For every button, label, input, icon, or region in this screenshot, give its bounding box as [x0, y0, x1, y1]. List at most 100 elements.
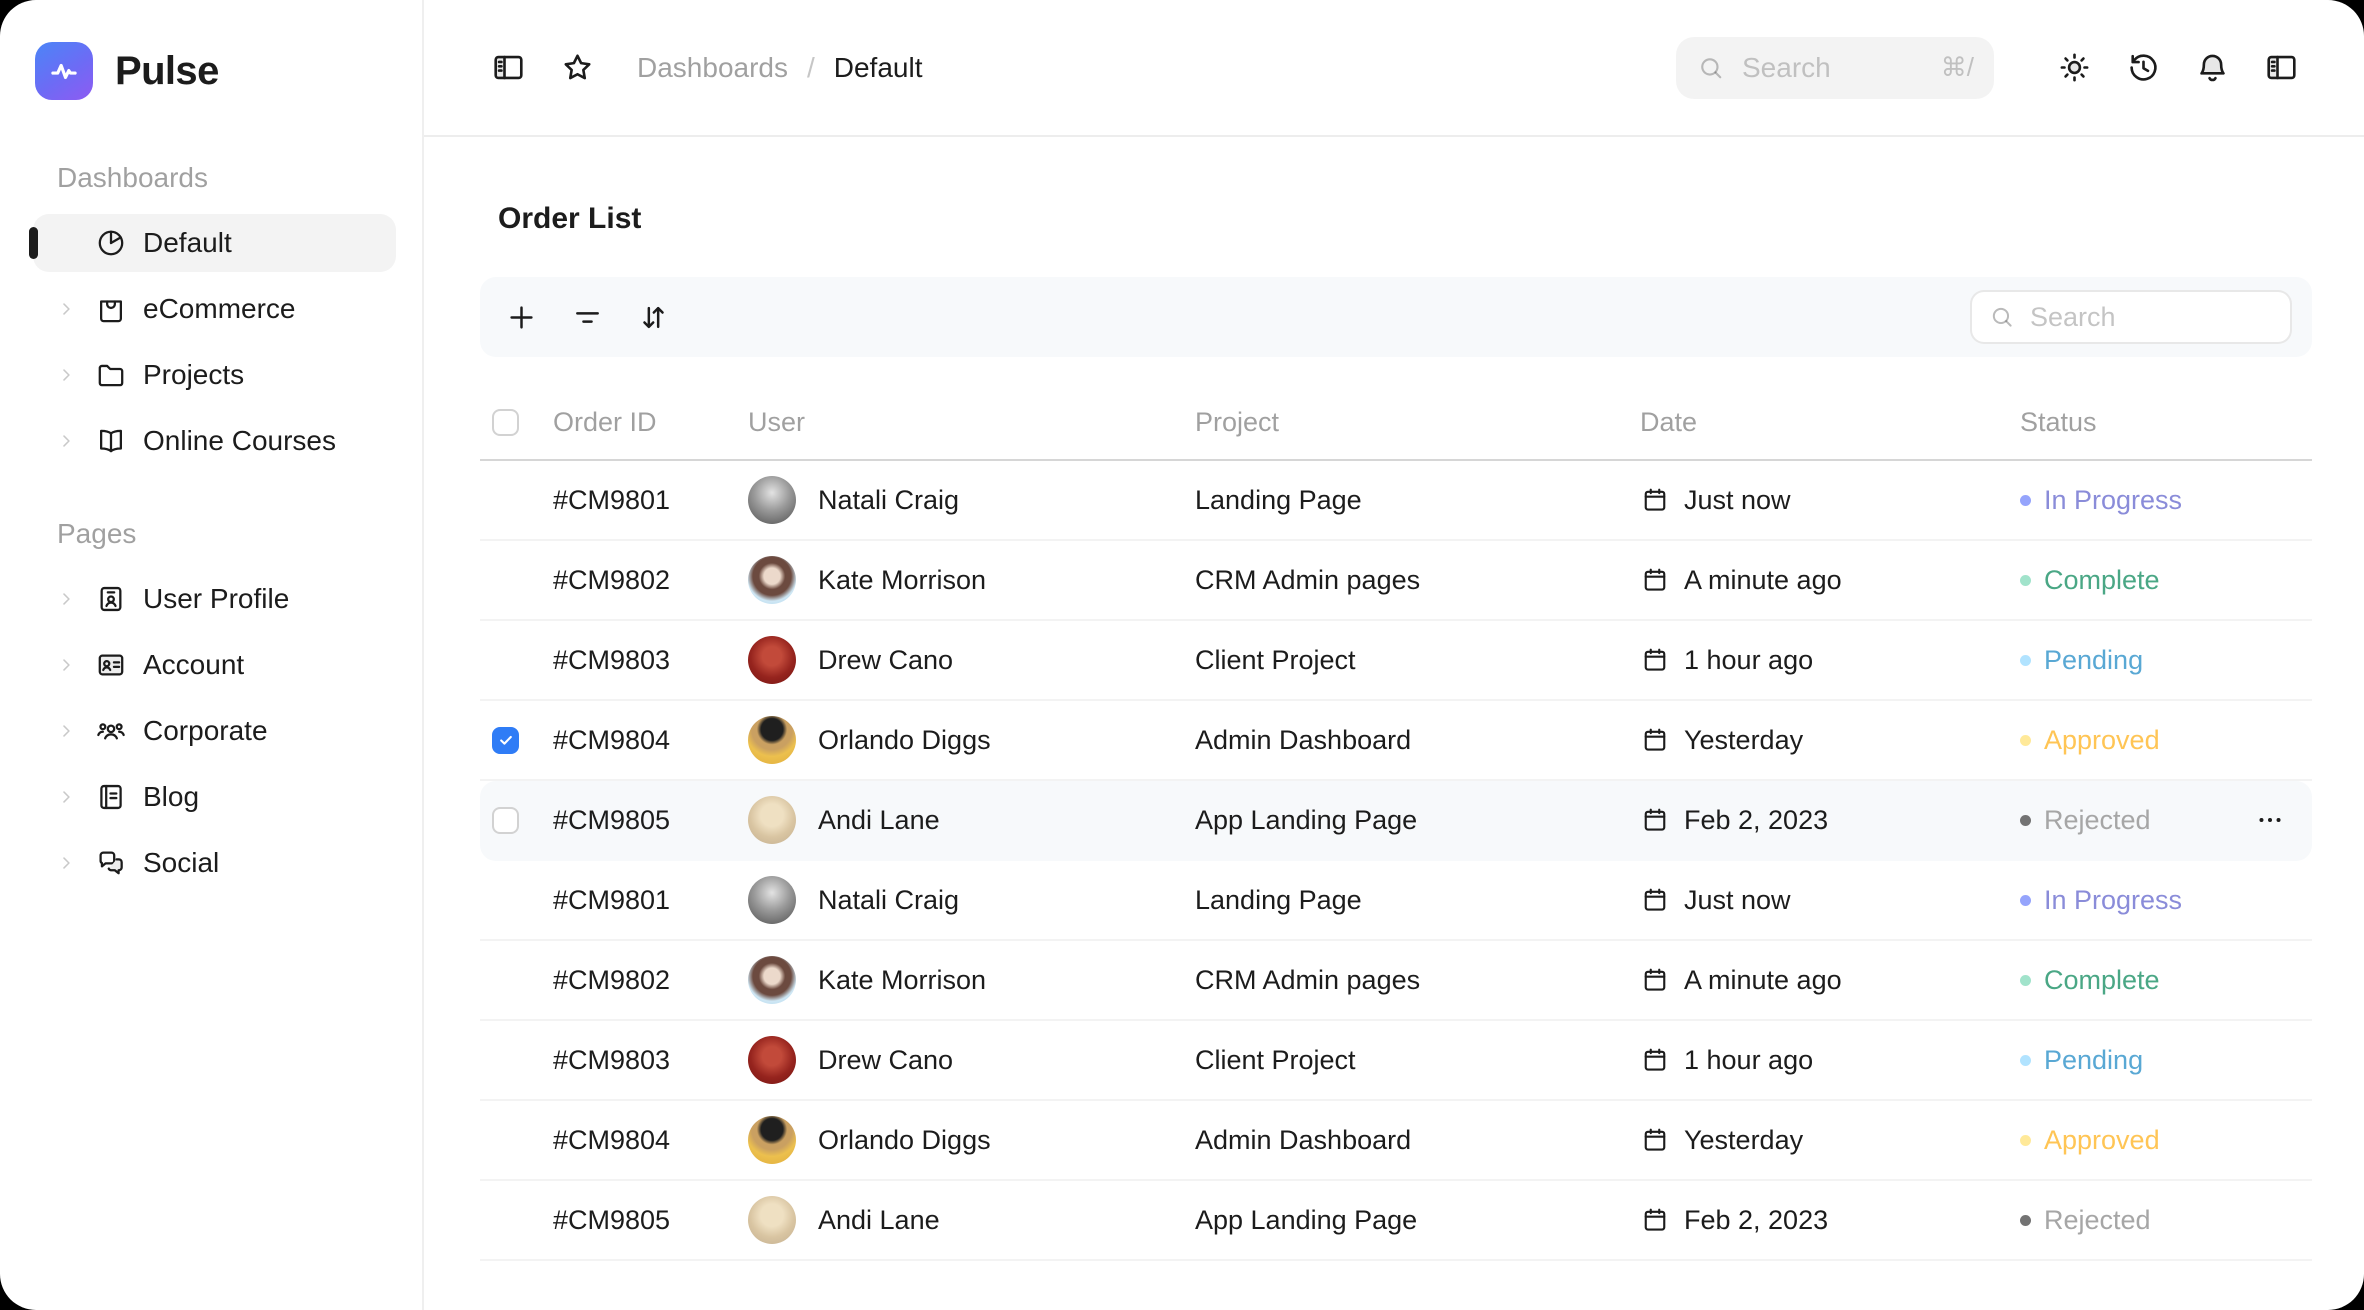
panel-right-button[interactable]: [2253, 40, 2309, 96]
table-row[interactable]: #CM9803Drew CanoClient Project1 hour ago…: [480, 621, 2312, 701]
table-row[interactable]: #CM9801Natali CraigLanding PageJust nowI…: [480, 861, 2312, 941]
topbar-left: Dashboards / Default: [480, 40, 922, 96]
select-all-checkbox[interactable]: [492, 409, 519, 436]
calendar-icon: [1640, 485, 1670, 515]
row-checkbox[interactable]: [492, 807, 519, 834]
avatar: [748, 876, 796, 924]
nav-section-pages: PagesUser Profile Account Corporate Blog Soc…: [33, 514, 396, 892]
order-id: #CM9801: [553, 485, 748, 516]
order-id: #CM9803: [553, 1045, 748, 1076]
avatar: [748, 1116, 796, 1164]
bell-icon: [2194, 49, 2231, 86]
chevron-right-icon: [55, 588, 77, 610]
row-actions-button[interactable]: [2245, 795, 2295, 845]
sidebar-item-account[interactable]: Account: [33, 636, 396, 694]
star-button[interactable]: [549, 40, 605, 96]
search-icon: [1988, 303, 2016, 331]
project: App Landing Page: [1195, 1205, 1640, 1236]
sidebar-item-online-courses[interactable]: Online Courses: [33, 412, 396, 470]
calendar-icon: [1640, 1045, 1670, 1075]
table-row[interactable]: #CM9805Andi LaneApp Landing PageFeb 2, 2…: [480, 1181, 2312, 1261]
status: Pending: [2020, 1045, 2245, 1076]
calendar-icon: [1640, 1205, 1670, 1235]
app-name: Pulse: [115, 49, 219, 94]
date: Feb 2, 2023: [1640, 1205, 2020, 1236]
project: Landing Page: [1195, 885, 1640, 916]
row-checkbox-checked[interactable]: [492, 727, 519, 754]
table-row[interactable]: #CM9805Andi LaneApp Landing PageFeb 2, 2…: [480, 781, 2312, 861]
sidebar-item-corporate[interactable]: Corporate: [33, 702, 396, 760]
breadcrumb-page[interactable]: Default: [834, 52, 923, 84]
calendar-icon: [1640, 1125, 1670, 1155]
order-id: #CM9802: [553, 565, 748, 596]
user-name: Orlando Diggs: [818, 1125, 991, 1156]
sidebar: Pulse DashboardsDefault eCommerce Projects…: [0, 0, 424, 1310]
sidebar-item-ecommerce[interactable]: eCommerce: [33, 280, 396, 338]
pie-chart-icon: [95, 227, 127, 259]
table-row[interactable]: #CM9802Kate MorrisonCRM Admin pagesA min…: [480, 541, 2312, 621]
global-search[interactable]: ⌘/: [1676, 37, 1994, 99]
table-row[interactable]: #CM9804Orlando DiggsAdmin DashboardYeste…: [480, 1101, 2312, 1181]
date: Yesterday: [1640, 725, 2020, 756]
table-search[interactable]: [1970, 290, 2292, 344]
global-search-input[interactable]: [1740, 51, 1927, 85]
table-search-input[interactable]: [2028, 301, 2274, 334]
sidebar-item-projects[interactable]: Projects: [33, 346, 396, 404]
status: Pending: [2020, 645, 2245, 676]
nav-section-label: Dashboards: [33, 158, 396, 214]
order-id: #CM9803: [553, 645, 748, 676]
status: Approved: [2020, 1125, 2245, 1156]
table-row[interactable]: #CM9802Kate MorrisonCRM Admin pagesA min…: [480, 941, 2312, 1021]
table-row[interactable]: #CM9801Natali CraigLanding PageJust nowI…: [480, 461, 2312, 541]
sidebar-item-user-profile[interactable]: User Profile: [33, 570, 396, 628]
column-header-status: Status: [2020, 407, 2245, 438]
project: Admin Dashboard: [1195, 725, 1640, 756]
status: Approved: [2020, 725, 2245, 756]
breadcrumb-section[interactable]: Dashboards: [637, 52, 788, 84]
table-body: #CM9801Natali CraigLanding PageJust nowI…: [480, 461, 2312, 1261]
topbar: Dashboards / Default ⌘/: [424, 0, 2364, 137]
sidebar-item-label: eCommerce: [143, 293, 295, 325]
sidebar-nav: DashboardsDefault eCommerce Projects Online…: [33, 158, 396, 892]
breadcrumb-separator: /: [807, 52, 815, 84]
pulse-icon: [46, 53, 82, 89]
table-row[interactable]: #CM9804Orlando DiggsAdmin DashboardYeste…: [480, 701, 2312, 781]
sidebar-item-label: Corporate: [143, 715, 268, 747]
status: Rejected: [2020, 1205, 2245, 1236]
user-name: Drew Cano: [818, 645, 953, 676]
order-id: #CM9804: [553, 1125, 748, 1156]
avatar: [748, 956, 796, 1004]
user-name: Natali Craig: [818, 885, 959, 916]
pulse-logo-icon: [35, 42, 93, 100]
calendar-icon: [1640, 725, 1670, 755]
plus-button[interactable]: [492, 288, 550, 346]
order-id: #CM9804: [553, 725, 748, 756]
page-title: Order List: [480, 197, 2312, 241]
panel-left-button[interactable]: [480, 40, 536, 96]
avatar: [748, 476, 796, 524]
folder-icon: [95, 359, 127, 391]
bell-button[interactable]: [2184, 40, 2240, 96]
avatar: [748, 1196, 796, 1244]
table-row[interactable]: #CM9803Drew CanoClient Project1 hour ago…: [480, 1021, 2312, 1101]
nav-section-label: Pages: [33, 514, 396, 570]
chevron-right-icon: [55, 364, 77, 386]
filter-button[interactable]: [558, 288, 616, 346]
status: Rejected: [2020, 805, 2245, 836]
order-id: #CM9805: [553, 1205, 748, 1236]
sort-button[interactable]: [624, 288, 682, 346]
avatar: [748, 716, 796, 764]
user-name: Kate Morrison: [818, 965, 986, 996]
sidebar-item-social[interactable]: Social: [33, 834, 396, 892]
check-icon: [497, 731, 515, 749]
sidebar-item-default[interactable]: Default: [33, 214, 396, 272]
history-button[interactable]: [2115, 40, 2171, 96]
order-id: #CM9801: [553, 885, 748, 916]
sidebar-item-blog[interactable]: Blog: [33, 768, 396, 826]
project: CRM Admin pages: [1195, 565, 1640, 596]
app-window: Pulse DashboardsDefaulteCommerceProjects…: [0, 0, 2364, 1310]
sun-button[interactable]: [2046, 40, 2102, 96]
date: Feb 2, 2023: [1640, 805, 2020, 836]
user-name: Natali Craig: [818, 485, 959, 516]
date: Just now: [1640, 485, 2020, 516]
